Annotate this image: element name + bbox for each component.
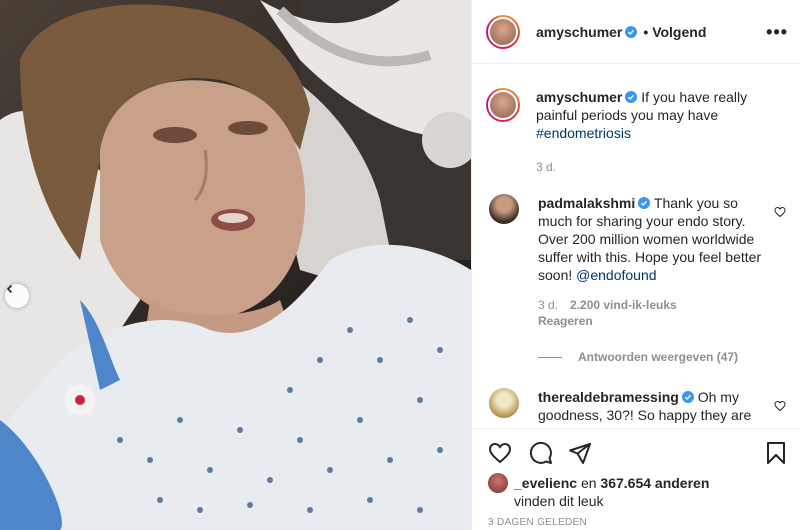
- follow-label: Volgend: [652, 23, 707, 40]
- caption-hashtag-link[interactable]: #endometriosis: [536, 125, 631, 141]
- follow-status[interactable]: • Volgend: [643, 24, 706, 40]
- comment-text: therealdebramessing Oh my goodness, 30?!…: [538, 388, 774, 424]
- verified-badge-icon: [638, 197, 651, 209]
- author-username[interactable]: amyschumer: [536, 24, 622, 40]
- comment-mention-link[interactable]: @endofound: [576, 267, 656, 283]
- comment-like-heart-icon[interactable]: [774, 206, 786, 218]
- comment-text: padmalakshmi Thank you so much for shari…: [538, 194, 774, 284]
- comment-like-heart-icon[interactable]: [774, 400, 786, 412]
- reply-button[interactable]: Reageren: [538, 314, 774, 328]
- caption: amyschumer If you have really painful pe…: [486, 88, 786, 174]
- comment-username[interactable]: therealdebramessing: [538, 389, 679, 405]
- post-side-panel: amyschumer • Volgend ••• amyschumer If y…: [471, 0, 800, 530]
- verified-badge-icon: [625, 25, 638, 38]
- likes-joiner: en: [580, 475, 597, 491]
- post-date[interactable]: 3 DAGEN GELEDEN: [488, 517, 587, 528]
- post-media[interactable]: [0, 0, 471, 530]
- comment-meta: 3 d. 2.200 vind-ik-leuks: [538, 298, 774, 312]
- comment-bubble-icon[interactable]: [529, 441, 553, 465]
- likes-suffix: vinden dit leuk: [514, 493, 604, 509]
- author-avatar[interactable]: [486, 14, 520, 49]
- action-bar: [472, 428, 800, 476]
- verified-badge-icon: [625, 91, 638, 103]
- verified-badge-icon: [681, 391, 694, 403]
- bookmark-icon[interactable]: [764, 441, 788, 465]
- comment-time: 3 d.: [538, 298, 559, 312]
- view-replies-button[interactable]: Antwoorden weergeven (47): [538, 350, 786, 364]
- commenter-avatar[interactable]: [489, 194, 519, 224]
- more-options-button[interactable]: •••: [766, 22, 788, 43]
- likes-line: _evelienc en 367.654 anderen: [514, 474, 709, 492]
- likes-count[interactable]: 367.654 anderen: [600, 475, 709, 491]
- previous-slide-button[interactable]: [5, 284, 29, 308]
- caption-avatar[interactable]: [486, 88, 520, 122]
- view-replies-divider: [538, 356, 562, 358]
- comment-item: padmalakshmi Thank you so much for shari…: [486, 194, 786, 328]
- paper-plane-icon[interactable]: [568, 441, 592, 465]
- chevron-left-icon: [6, 284, 13, 294]
- commenter-avatar[interactable]: [489, 388, 519, 418]
- liker-username[interactable]: _evelienc: [514, 475, 577, 491]
- comment-like-count[interactable]: 2.200 vind-ik-leuks: [570, 298, 677, 312]
- caption-time: 3 d.: [536, 160, 557, 174]
- comments-list[interactable]: amyschumer If you have really painful pe…: [472, 64, 800, 428]
- view-replies-label: Antwoorden weergeven (47): [578, 350, 739, 364]
- post-photo: [0, 0, 471, 530]
- comment-item: therealdebramessing Oh my goodness, 30?!…: [486, 388, 786, 424]
- caption-text: amyschumer If you have really painful pe…: [536, 88, 772, 142]
- liker-avatar[interactable]: [488, 473, 508, 493]
- comment-username[interactable]: padmalakshmi: [538, 195, 635, 211]
- heart-icon[interactable]: [488, 441, 512, 465]
- post-header: amyschumer • Volgend •••: [472, 0, 800, 64]
- caption-username[interactable]: amyschumer: [536, 89, 622, 105]
